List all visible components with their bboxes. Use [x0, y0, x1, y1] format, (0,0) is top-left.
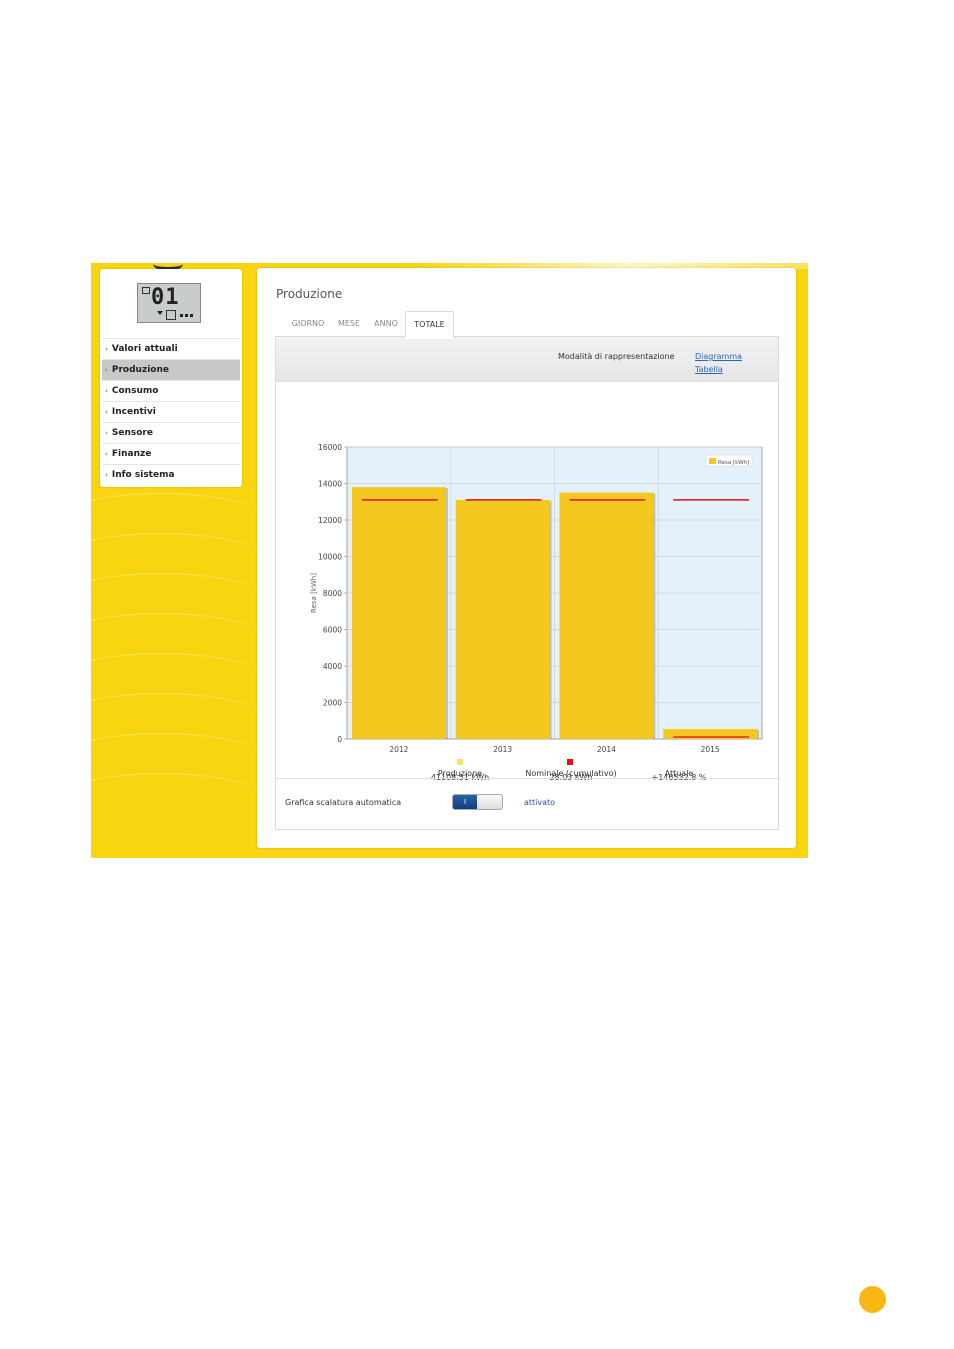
y-axis-label: Resa [kWh]: [310, 573, 318, 613]
production-chart: 0 2000 4000 6000 8000 10000 12000 14000 16000 20…: [310, 443, 763, 778]
chevron-right-icon: ›: [105, 408, 108, 416]
sidebar-item-label: Valori attuali: [111, 344, 178, 354]
sidebar-item-incentivi[interactable]: › Incentivi: [102, 401, 240, 422]
tab-anno[interactable]: ANNO: [367, 311, 405, 337]
diagram-link[interactable]: Diagramma: [695, 352, 742, 361]
x-tick-label: 2013: [493, 745, 512, 754]
y-tick-label: 2000: [323, 699, 342, 708]
sidebar-item-label: Sensore: [111, 428, 153, 438]
summary-swatch-produzione: [457, 759, 463, 765]
sidebar-item-sensore[interactable]: › Sensore: [102, 422, 240, 443]
legend-label: Resa [kWh]: [718, 460, 749, 466]
inverter-display-icon: 01: [137, 283, 201, 323]
display-digits: 01: [151, 285, 180, 310]
y-tick-label: 12000: [318, 516, 342, 525]
y-tick-label: 8000: [323, 589, 342, 598]
autoscale-label: Grafica scalatura automatica: [285, 798, 402, 807]
chevron-right-icon: ›: [105, 450, 108, 458]
x-tick-label: 2015: [701, 745, 720, 754]
summary-swatch-nominale: [567, 759, 573, 765]
bar-2014[interactable]: [559, 492, 654, 739]
sidebar-item-valori-attuali[interactable]: › Valori attuali: [102, 338, 240, 359]
tab-giorno[interactable]: GIORNO: [285, 311, 331, 337]
page-title: Produzione: [276, 287, 343, 301]
sidebar-item-label: Info sistema: [111, 470, 175, 480]
chevron-right-icon: ›: [105, 471, 108, 479]
sidebar-item-produzione[interactable]: › Produzione: [102, 359, 240, 380]
autoscale-row: Grafica scalatura automatica I attivato: [276, 778, 778, 830]
chevron-right-icon: ›: [105, 366, 108, 374]
chevron-right-icon: ›: [105, 345, 108, 353]
sidebar-item-label: Consumo: [111, 386, 159, 396]
autoscale-status: attivato: [524, 798, 556, 807]
sidebar-item-label: Produzione: [111, 365, 169, 375]
sidebar-nav: › Valori attuali › Produzione › Consumo › In…: [102, 338, 240, 485]
tab-totale[interactable]: TOTALE: [405, 311, 454, 339]
bar-2013[interactable]: [455, 499, 550, 739]
bar-2012[interactable]: [352, 487, 446, 739]
main-panel: Produzione GIORNO MESE ANNO TOTALE Modal…: [257, 268, 796, 848]
y-tick-label: 14000: [318, 480, 342, 489]
x-tick-labels: 2012 2013 2014 2015: [389, 745, 720, 754]
sidebar-item-info-sistema[interactable]: › Info sistema: [102, 464, 240, 485]
autoscale-toggle[interactable]: I: [452, 794, 503, 810]
sidebar-item-finanze[interactable]: › Finanze: [102, 443, 240, 464]
chart-legend: Resa [kWh]: [705, 454, 753, 467]
display-mode-label: Modalità di rappresentazione: [558, 352, 675, 361]
y-tick-label: 16000: [318, 443, 342, 452]
x-tick-label: 2014: [597, 745, 616, 754]
chevron-right-icon: ›: [105, 387, 108, 395]
table-link[interactable]: Tabella: [695, 365, 723, 374]
content-box: Modalità di rappresentazione Diagramma T…: [275, 336, 779, 830]
chevron-right-icon: ›: [105, 429, 108, 437]
sidebar-item-label: Incentivi: [111, 407, 156, 417]
y-tick-labels: 0 2000 4000 6000 8000 10000 12000 14000 16000: [318, 443, 347, 744]
y-tick-label: 4000: [323, 662, 342, 671]
legend-swatch: [709, 458, 716, 464]
toggle-on-label: I: [453, 795, 477, 809]
display-mode-bar: Modalità di rappresentazione Diagramma T…: [276, 337, 778, 382]
sidebar-item-label: Finanze: [111, 449, 152, 459]
y-tick-label: 10000: [318, 553, 342, 562]
sidebar-item-consumo[interactable]: › Consumo: [102, 380, 240, 401]
y-tick-label: 0: [337, 735, 342, 744]
tab-mese[interactable]: MESE: [331, 311, 367, 337]
x-tick-label: 2012: [389, 745, 408, 754]
y-tick-label: 6000: [323, 626, 342, 635]
sidebar: 01 › Valori attuali › Produzione › Consumo …: [100, 269, 242, 487]
page-marker-dot: [859, 1286, 886, 1313]
